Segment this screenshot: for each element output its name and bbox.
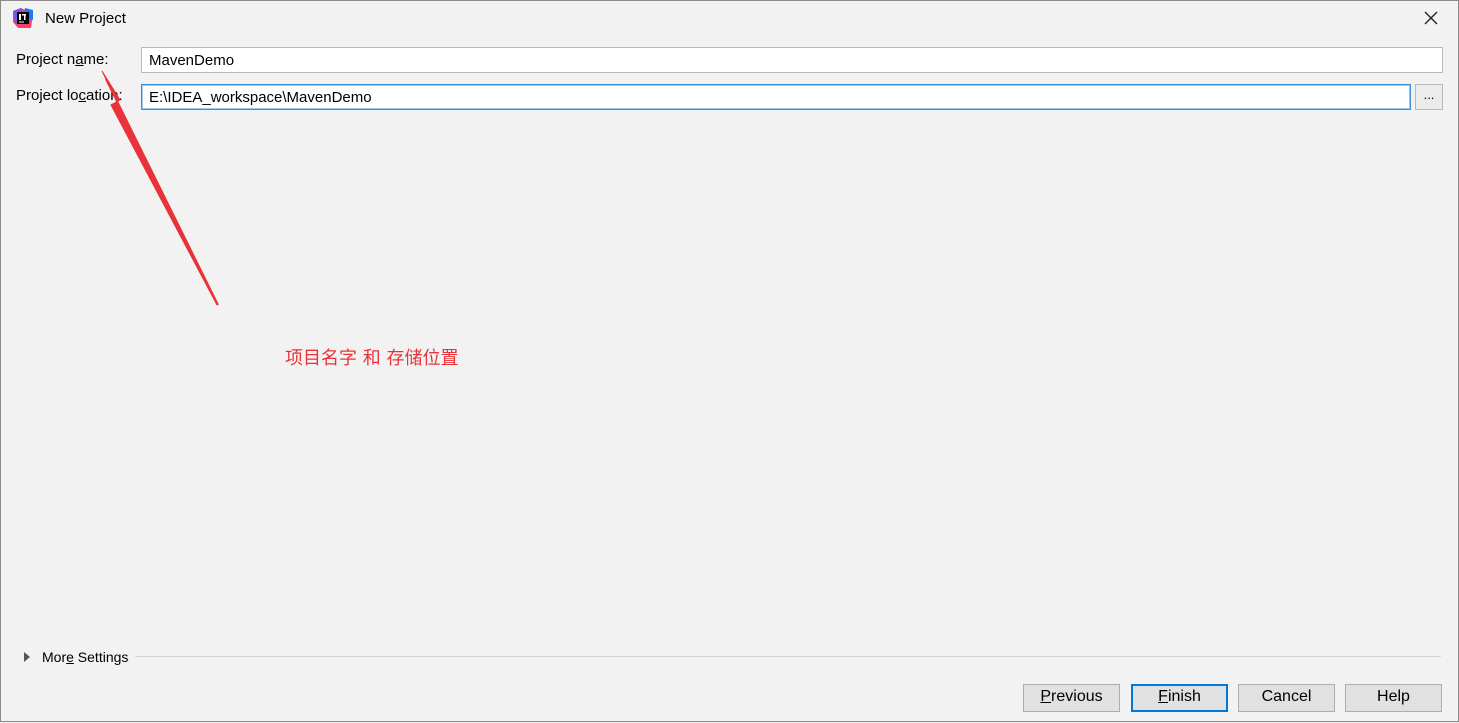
label-text: Project n: [16, 51, 76, 68]
triangle-right-icon: [24, 652, 30, 662]
more-settings-toggle[interactable]: More Settings: [21, 647, 128, 667]
intellij-idea-icon: [13, 8, 33, 28]
title-bar: New Project: [1, 1, 1458, 37]
previous-button[interactable]: Previous: [1023, 684, 1120, 712]
new-project-dialog: New Project Project name: Project locati…: [0, 0, 1459, 722]
label-text: Settings: [73, 649, 129, 665]
project-location-input[interactable]: [141, 84, 1411, 110]
mnemonic: a: [75, 51, 84, 68]
mnemonic: P: [1040, 688, 1052, 705]
mnemonic: e: [66, 649, 74, 665]
finish-button[interactable]: Finish: [1131, 684, 1228, 712]
project-name-input[interactable]: [141, 47, 1443, 73]
close-icon[interactable]: [1419, 6, 1443, 30]
help-button[interactable]: Help: [1345, 684, 1442, 712]
mnemonic: F: [1158, 688, 1168, 705]
label-text: ation:: [86, 87, 123, 104]
button-label: revious: [1051, 688, 1103, 705]
browse-button[interactable]: ...: [1415, 84, 1443, 110]
cancel-button[interactable]: Cancel: [1238, 684, 1335, 712]
label-text: me:: [83, 51, 109, 68]
mnemonic: c: [78, 87, 87, 104]
divider: [135, 656, 1441, 657]
label-text: Mor: [42, 649, 67, 665]
more-settings-label: More Settings: [42, 649, 128, 665]
window-title: New Project: [45, 10, 126, 27]
label-text: Project lo: [16, 87, 79, 104]
button-label: inish: [1167, 688, 1201, 705]
project-name-label: Project name:: [16, 51, 109, 68]
annotation-text: 项目名字 和 存储位置: [285, 348, 459, 369]
project-location-label: Project location:: [16, 87, 123, 104]
